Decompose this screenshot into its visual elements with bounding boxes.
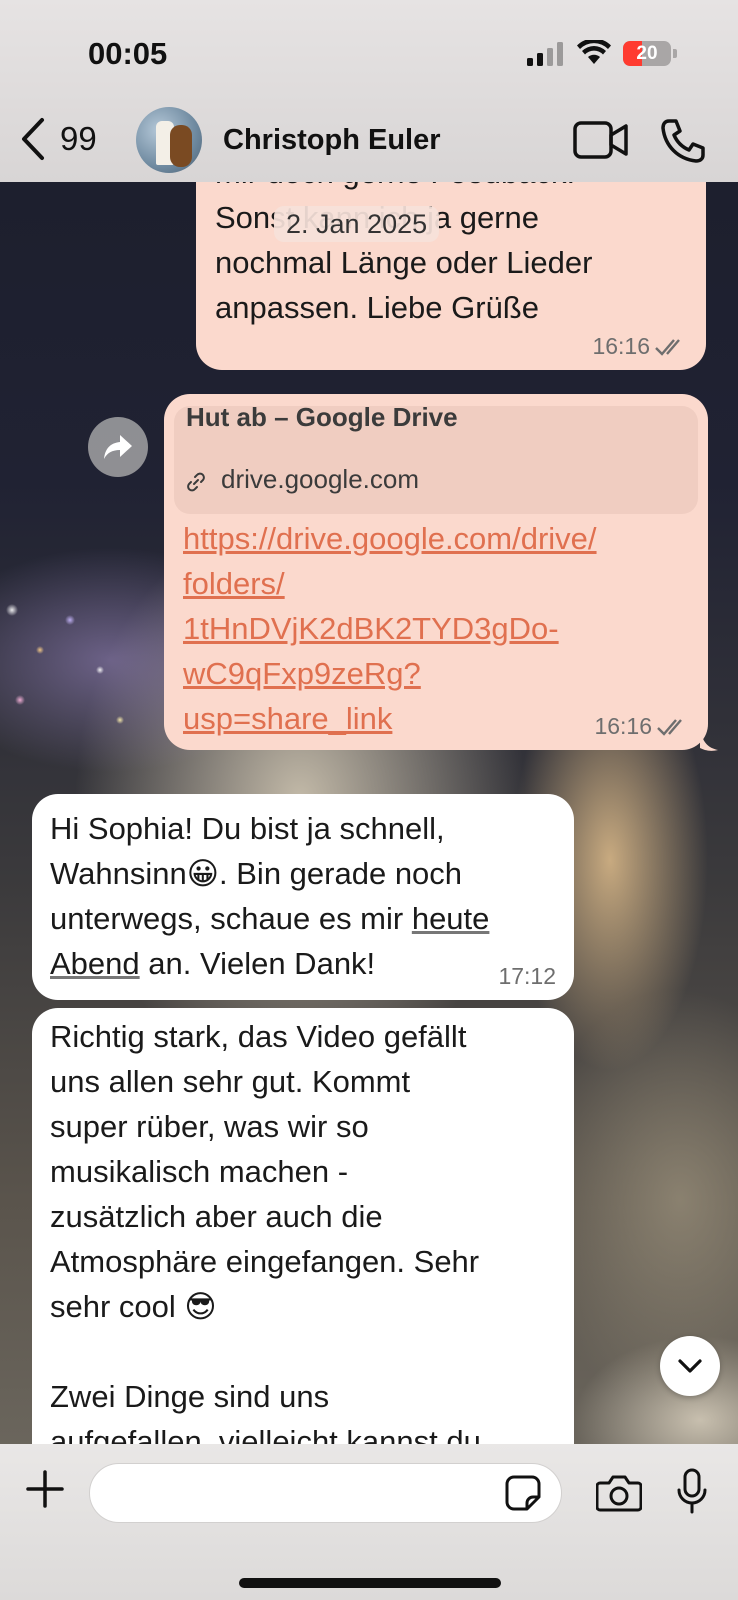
battery-level: 20	[636, 43, 658, 64]
message-line: Atmosphäre eingefangen. Sehr	[50, 1244, 480, 1279]
message-line: unterwegs, schaue es mir heute	[50, 901, 490, 936]
message-list[interactable]: mir doch gerne Feedback. Sonst kann ich …	[0, 182, 738, 1444]
scroll-to-bottom-button[interactable]	[660, 1336, 720, 1396]
battery-indicator: 20	[623, 41, 671, 66]
message-bubble-incoming[interactable]: Hi Sophia! Du bist ja schnell, Wahnsinn😀…	[32, 794, 574, 1000]
message-line: super rüber, was wir so	[50, 1109, 369, 1144]
camera-icon[interactable]	[596, 1474, 642, 1512]
message-time: 17:12	[498, 963, 556, 989]
link-line[interactable]: wC9qFxp9zeRg?	[183, 651, 683, 696]
forward-arrow-icon	[104, 435, 132, 459]
unread-count[interactable]: 99	[60, 120, 97, 158]
shared-link[interactable]: https://drive.google.com/drive/ folders/…	[183, 516, 683, 741]
message-line: Abend an. Vielen Dank!	[50, 946, 376, 981]
message-bubble-outgoing[interactable]: mir doch gerne Feedback. Sonst kann ich …	[196, 182, 706, 370]
contact-name[interactable]: Christoph Euler	[223, 124, 441, 157]
message-line: Zwei Dinge sind uns	[50, 1379, 330, 1414]
message-bubble-incoming[interactable]: Richtig stark, das Video gefällt uns all…	[32, 1008, 574, 1444]
cellular-signal-icon	[527, 42, 563, 66]
battery-cap	[673, 49, 677, 58]
message-line: sehr cool 😎	[50, 1289, 217, 1324]
date-link[interactable]: Abend	[50, 946, 140, 981]
link-line[interactable]: https://drive.google.com/drive/	[183, 516, 683, 561]
link-preview-title[interactable]: Hut ab – Google Drive	[186, 402, 458, 433]
message-meta: 17:12	[498, 963, 556, 990]
link-preview-host: drive.google.com	[221, 464, 419, 494]
chat-header: 00:05 20 99 Christoph Euler	[0, 0, 738, 182]
message-line: mir doch gerne Feedback.	[215, 182, 592, 195]
message-time: 16:16	[592, 333, 650, 359]
message-meta: 16:16	[592, 333, 688, 360]
avatar[interactable]	[136, 107, 202, 173]
forward-button[interactable]	[88, 417, 148, 477]
date-chip: 2. Jan 2025	[274, 206, 440, 242]
composer-bar	[0, 1444, 738, 1600]
wifi-icon	[577, 40, 611, 64]
chevron-down-icon	[678, 1359, 702, 1373]
message-input[interactable]	[89, 1463, 562, 1523]
message-line: aufgefallen, vielleicht kannst du	[50, 1424, 481, 1444]
read-receipt-icon	[655, 338, 680, 356]
grinning-emoji: 😀	[186, 856, 220, 891]
message-line: anpassen. Liebe Grüße	[215, 290, 539, 325]
link-icon	[187, 472, 205, 492]
phone-call-icon[interactable]	[660, 118, 706, 164]
date-link[interactable]: heute	[412, 901, 490, 936]
bubble-tail	[700, 728, 718, 751]
message-line: musikalisch machen -	[50, 1154, 349, 1189]
video-call-icon[interactable]	[573, 120, 629, 160]
back-chevron-icon[interactable]	[18, 116, 48, 162]
sunglasses-emoji: 😎	[184, 1289, 217, 1324]
link-line[interactable]: folders/	[183, 561, 683, 606]
message-line: uns allen sehr gut. Kommt	[50, 1064, 411, 1099]
status-time: 00:05	[88, 36, 168, 71]
plus-icon[interactable]	[26, 1470, 64, 1508]
message-line: nochmal Länge oder Lieder	[215, 245, 593, 280]
sticker-icon[interactable]	[505, 1475, 541, 1511]
link-line[interactable]: 1tHnDVjK2dBK2TYD3gDo-	[183, 606, 683, 651]
link-line[interactable]: usp=share_link	[183, 696, 683, 741]
home-indicator	[239, 1578, 501, 1588]
microphone-icon[interactable]	[677, 1468, 707, 1514]
message-line: Hi Sophia! Du bist ja schnell,	[50, 811, 445, 846]
message-line: Wahnsinn😀. Bin gerade noch	[50, 856, 463, 891]
message-line: zusätzlich aber auch die	[50, 1199, 383, 1234]
message-line: Richtig stark, das Video gefällt	[50, 1019, 467, 1054]
